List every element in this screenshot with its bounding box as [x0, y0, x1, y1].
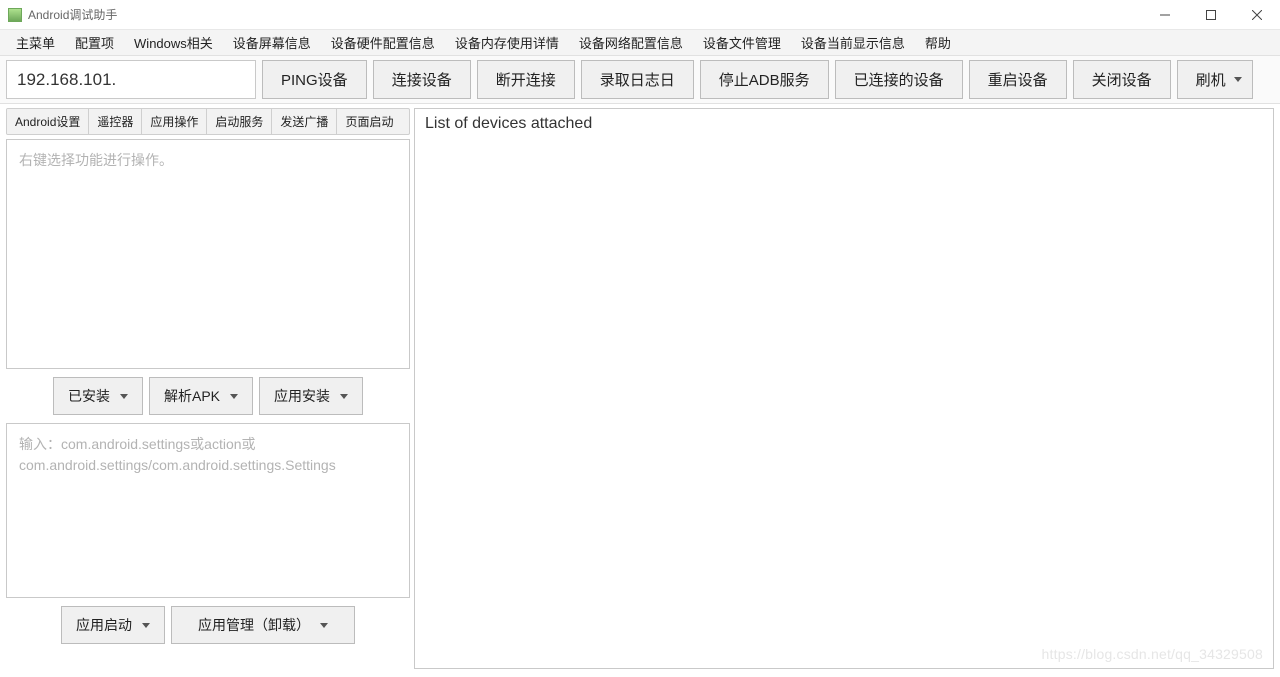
menu-windows[interactable]: Windows相关: [124, 30, 223, 55]
record-log-button[interactable]: 录取日志日: [581, 60, 694, 99]
maximize-button[interactable]: [1188, 0, 1234, 30]
left-column: Android设置 遥控器 应用操作 启动服务 发送广播 页面启动 右键选择功能…: [6, 108, 410, 669]
action-input-placeholder: 输入：com.android.settings或action或com.andro…: [7, 424, 409, 486]
menubar: 主菜单 配置项 Windows相关 设备屏幕信息 设备硬件配置信息 设备内存使用…: [0, 30, 1280, 56]
install-app-label: 应用安装: [274, 386, 330, 406]
launch-app-label: 应用启动: [76, 615, 132, 635]
connect-button[interactable]: 连接设备: [373, 60, 471, 99]
titlebar: Android调试助手: [0, 0, 1280, 30]
toolbar: PING设备 连接设备 断开连接 录取日志日 停止ADB服务 已连接的设备 重启…: [0, 56, 1280, 104]
chevron-down-icon: [230, 394, 238, 399]
minimize-icon: [1160, 10, 1170, 20]
tab-send-broadcast[interactable]: 发送广播: [272, 109, 337, 134]
menu-help[interactable]: 帮助: [915, 30, 961, 55]
launch-app-dropdown[interactable]: 应用启动: [61, 606, 165, 644]
window-controls: [1142, 0, 1280, 30]
function-placeholder: 右键选择功能进行操作。: [7, 140, 409, 181]
menu-file-mgmt[interactable]: 设备文件管理: [693, 30, 791, 55]
main-area: Android设置 遥控器 应用操作 启动服务 发送广播 页面启动 右键选择功能…: [0, 104, 1280, 677]
shutdown-device-button[interactable]: 关闭设备: [1073, 60, 1171, 99]
tab-remote[interactable]: 遥控器: [89, 109, 142, 134]
subtabs: Android设置 遥控器 应用操作 启动服务 发送广播 页面启动: [6, 108, 410, 135]
restart-device-button[interactable]: 重启设备: [969, 60, 1067, 99]
menu-network-info[interactable]: 设备网络配置信息: [569, 30, 693, 55]
close-icon: [1252, 10, 1262, 20]
menu-memory-info[interactable]: 设备内存使用详情: [445, 30, 569, 55]
close-button[interactable]: [1234, 0, 1280, 30]
tab-start-service[interactable]: 启动服务: [207, 109, 272, 134]
tab-page-launch[interactable]: 页面启动: [337, 109, 401, 134]
parse-apk-label: 解析APK: [164, 386, 220, 406]
install-app-dropdown[interactable]: 应用安装: [259, 377, 363, 415]
menu-display-info[interactable]: 设备当前显示信息: [791, 30, 915, 55]
window-title: Android调试助手: [28, 6, 117, 23]
action-input-panel[interactable]: 输入：com.android.settings或action或com.andro…: [6, 423, 410, 598]
tab-android-settings[interactable]: Android设置: [7, 109, 89, 134]
maximize-icon: [1206, 10, 1216, 20]
stop-adb-button[interactable]: 停止ADB服务: [700, 60, 829, 99]
app-icon: [8, 8, 22, 22]
chevron-down-icon: [340, 394, 348, 399]
tab-app-ops[interactable]: 应用操作: [142, 109, 207, 134]
launch-action-row: 应用启动 应用管理（卸载）: [6, 602, 410, 648]
watermark: https://blog.csdn.net/qq_34329508: [1042, 646, 1263, 662]
apk-action-row: 已安装 解析APK 应用安装: [6, 373, 410, 419]
chevron-down-icon: [142, 623, 150, 628]
parse-apk-dropdown[interactable]: 解析APK: [149, 377, 253, 415]
menu-main[interactable]: 主菜单: [6, 30, 65, 55]
flash-dropdown[interactable]: 刷机: [1177, 60, 1253, 99]
function-panel[interactable]: 右键选择功能进行操作。: [6, 139, 410, 369]
installed-dropdown[interactable]: 已安装: [53, 377, 143, 415]
flash-label: 刷机: [1196, 69, 1226, 90]
chevron-down-icon: [320, 623, 328, 628]
menu-hardware-info[interactable]: 设备硬件配置信息: [321, 30, 445, 55]
manage-app-label: 应用管理（卸载）: [198, 615, 310, 635]
ip-input[interactable]: [6, 60, 256, 99]
disconnect-button[interactable]: 断开连接: [477, 60, 575, 99]
output-panel[interactable]: List of devices attached https://blog.cs…: [414, 108, 1274, 669]
menu-config[interactable]: 配置项: [65, 30, 124, 55]
installed-label: 已安装: [68, 386, 110, 406]
chevron-down-icon: [120, 394, 128, 399]
output-text: List of devices attached: [425, 115, 1263, 133]
chevron-down-icon: [1234, 77, 1242, 82]
minimize-button[interactable]: [1142, 0, 1188, 30]
manage-app-dropdown[interactable]: 应用管理（卸载）: [171, 606, 355, 644]
connected-devices-button[interactable]: 已连接的设备: [835, 60, 963, 99]
ping-button[interactable]: PING设备: [262, 60, 367, 99]
titlebar-left: Android调试助手: [8, 6, 117, 23]
menu-screen-info[interactable]: 设备屏幕信息: [223, 30, 321, 55]
